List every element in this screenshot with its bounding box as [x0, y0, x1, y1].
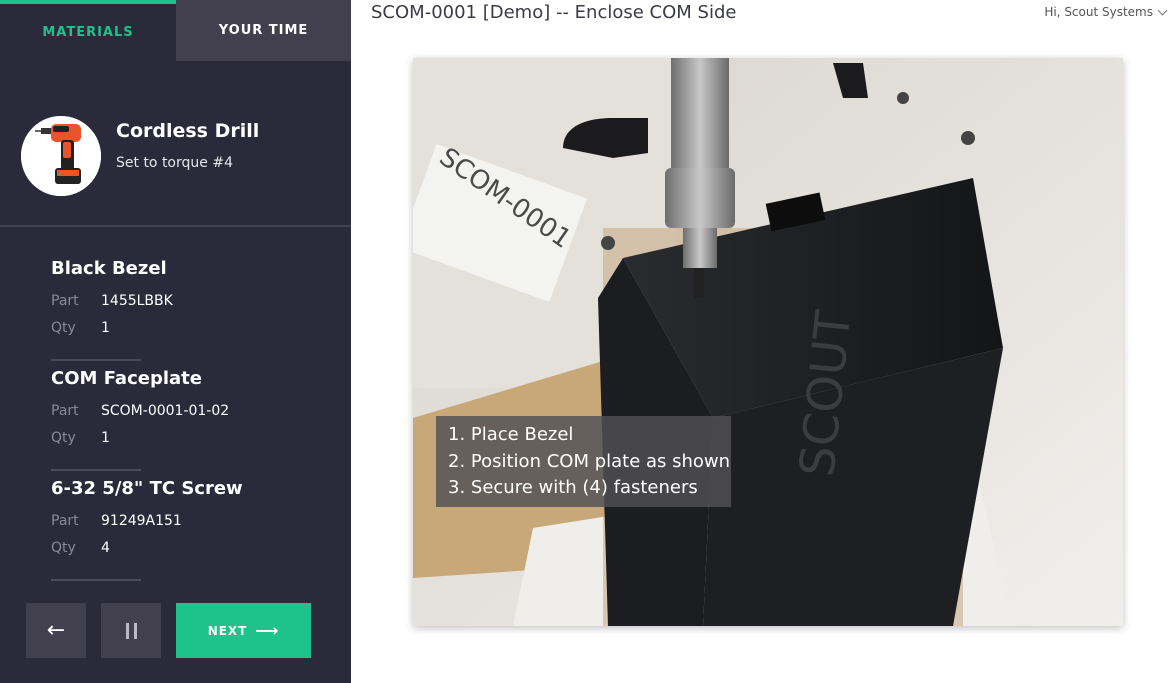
- next-label: NEXT: [207, 623, 248, 638]
- part-number: SCOM-0001-01-02: [101, 403, 230, 419]
- sidebar-tabs: MATERIALS YOUR TIME: [0, 0, 351, 61]
- divider: [51, 359, 141, 361]
- tab-materials[interactable]: MATERIALS: [0, 0, 176, 61]
- part-number-row: Part 91249A151: [51, 513, 182, 529]
- back-button[interactable]: ←: [26, 603, 86, 658]
- quantity: 4: [101, 540, 110, 556]
- qty-label: Qty: [51, 540, 76, 556]
- tool-name: Cordless Drill: [116, 120, 260, 142]
- instruction-step: 2. Position COM plate as shown: [448, 450, 731, 472]
- pause-button[interactable]: [101, 603, 161, 658]
- part-name: Black Bezel: [51, 258, 167, 279]
- parts-list: Black Bezel Part 1455LBBK Qty 1 COM Facepl…: [51, 258, 331, 588]
- sidebar: MATERIALS YOUR TIME Cordless Drill Set t…: [0, 0, 351, 683]
- quantity-row: Qty 1: [51, 430, 110, 446]
- divider: [51, 579, 141, 581]
- tab-your-time[interactable]: YOUR TIME: [176, 0, 351, 61]
- list-item: 6-32 5/8" TC Screw Part 91249A151 Qty 4: [51, 478, 331, 588]
- qty-label: Qty: [51, 320, 76, 336]
- user-menu[interactable]: Hi, Scout Systems: [1044, 5, 1168, 19]
- tool-setting: Set to torque #4: [116, 155, 233, 171]
- part-label: Part: [51, 513, 79, 529]
- part-label: Part: [51, 403, 79, 419]
- part-name: COM Faceplate: [51, 368, 202, 389]
- part-name: 6-32 5/8" TC Screw: [51, 478, 243, 499]
- quantity-row: Qty 4: [51, 540, 110, 556]
- next-button[interactable]: NEXT ⟶: [176, 603, 311, 658]
- user-greeting: Hi, Scout Systems: [1044, 5, 1153, 19]
- part-number: 1455LBBK: [101, 293, 173, 309]
- drill-icon: [21, 116, 101, 196]
- quantity-row: Qty 1: [51, 320, 110, 336]
- arrow-right-icon: ⟶: [255, 621, 280, 640]
- pause-icon: [125, 622, 137, 639]
- part-label: Part: [51, 293, 79, 309]
- instruction-step: 3. Secure with (4) fasteners: [448, 477, 698, 498]
- step-controls: ← NEXT ⟶: [0, 603, 351, 658]
- chevron-down-icon: [1157, 5, 1168, 15]
- instruction-photo: SCOM-0001 SCOUT 1. Place Bezel 2. Positi…: [413, 58, 1123, 626]
- part-number-row: Part SCOM-0001-01-02: [51, 403, 229, 419]
- photo-illustration: SCOM-0001 SCOUT: [413, 58, 1123, 626]
- list-item: Black Bezel Part 1455LBBK Qty 1: [51, 258, 331, 368]
- quantity: 1: [101, 320, 110, 336]
- quantity: 1: [101, 430, 110, 446]
- tool-card: Cordless Drill Set to torque #4: [0, 61, 351, 227]
- instruction-caption: 1. Place Bezel 2. Position COM plate as …: [436, 416, 731, 507]
- instruction-step: 1. Place Bezel: [448, 424, 574, 445]
- part-number-row: Part 1455LBBK: [51, 293, 173, 309]
- qty-label: Qty: [51, 430, 76, 446]
- arrow-left-icon: ←: [46, 618, 66, 643]
- divider: [51, 469, 141, 471]
- list-item: COM Faceplate Part SCOM-0001-01-02 Qty 1: [51, 368, 331, 478]
- part-number: 91249A151: [101, 513, 182, 529]
- page-title: SCOM-0001 [Demo] -- Enclose COM Side: [371, 2, 737, 23]
